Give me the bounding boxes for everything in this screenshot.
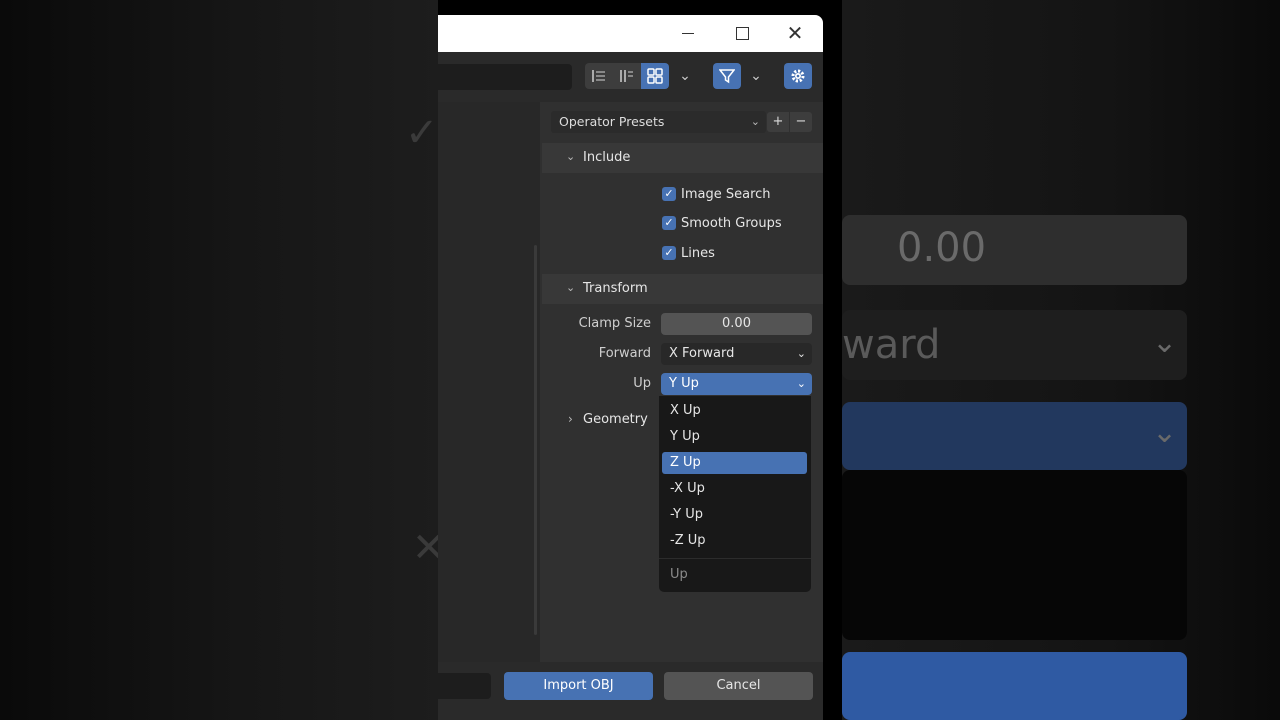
title-bar: ✕ [438,15,823,52]
dropdown-item-z-up[interactable]: Z Up [662,452,807,474]
up-select[interactable]: Y Up ⌄ [661,373,812,395]
check-icon: ✓ [662,216,676,230]
checkbox-smooth-groups[interactable]: ✓ Smooth Groups [662,214,782,232]
filter-icon[interactable] [713,63,741,89]
dropdown-item-neg-y-up[interactable]: -Y Up [662,504,807,526]
chevron-down-icon[interactable]: ⌄ [745,63,767,89]
forward-label: Forward [598,346,651,361]
maximize-button[interactable] [731,23,751,43]
ghost-number-field [842,215,1187,285]
scrollbar[interactable] [534,245,537,635]
ghost-chevron-icon: ⌄ [1152,325,1178,360]
list-vertical-icon[interactable] [585,63,613,89]
file-list-pane [438,102,540,662]
grid-icon[interactable] [641,63,669,89]
up-dropdown-menu: X Up Y Up Z Up -X Up -Y Up -Z Up Up [659,396,811,592]
chevron-right-icon[interactable]: › [568,412,573,426]
chevron-down-icon[interactable]: ⌄ [674,63,696,89]
checkbox-lines[interactable]: ✓ Lines [662,244,715,262]
chevron-down-icon: ⌄ [750,115,760,128]
dropdown-separator [659,558,811,559]
footer-bar: Import OBJ Cancel [438,662,823,720]
forward-select[interactable]: X Forward ⌄ [661,343,812,365]
chevron-down-icon: ⌄ [796,377,806,390]
dropdown-title: Up [670,567,688,582]
import-obj-button[interactable]: Import OBJ [504,672,653,700]
list-horizontal-icon[interactable] [613,63,641,89]
ghost-chevron-icon: ⌄ [1152,415,1178,450]
minimize-button[interactable] [678,23,698,43]
chevron-down-icon: ⌄ [796,347,806,360]
presets-label: Operator Presets [559,114,665,129]
gear-icon[interactable] [784,63,812,89]
filename-input[interactable] [438,673,491,699]
chevron-down-icon: ⌄ [566,150,576,163]
geometry-section-header[interactable]: Geometry [583,412,648,427]
clamp-size-label: Clamp Size [578,316,651,331]
close-button[interactable]: ✕ [785,23,805,43]
dropdown-item-neg-z-up[interactable]: -Z Up [662,530,807,552]
dropdown-item-y-up[interactable]: Y Up [662,426,807,448]
clamp-size-field[interactable]: 0.00 [661,313,812,335]
ghost-dropdown [842,470,1187,640]
ghost-forward-text: ward [842,322,941,368]
ghost-button [842,652,1187,720]
ghost-up-field [842,402,1187,470]
transform-section-header[interactable]: ⌄ Transform [542,274,823,304]
background-left: ✓ ✕ [0,0,446,720]
add-preset-button[interactable]: + [767,112,789,132]
import-obj-window: ✕ ⌄ ⌄ Operator Presets ⌄ + − ⌄ Include ✓ [438,15,823,720]
include-title: Include [583,150,631,165]
check-icon: ✓ [662,187,676,201]
toolbar: ⌄ ⌄ [438,52,823,102]
include-section-header[interactable]: ⌄ Include [542,143,823,173]
checkbox-image-search[interactable]: ✓ Image Search [662,185,771,203]
transform-title: Transform [583,281,648,296]
remove-preset-button[interactable]: − [790,112,812,132]
cancel-button[interactable]: Cancel [664,672,813,700]
up-label: Up [633,376,651,391]
check-icon: ✓ [662,246,676,260]
ghost-check-icon: ✓ [405,110,439,156]
dropdown-item-neg-x-up[interactable]: -X Up [662,478,807,500]
path-input[interactable] [438,64,572,90]
ghost-number-text: 0.00 [897,225,987,271]
background-right: 0.00 ward ⌄ ⌄ [842,0,1280,720]
chevron-down-icon: ⌄ [566,281,576,294]
dropdown-item-x-up[interactable]: X Up [662,400,807,422]
operator-presets-select[interactable]: Operator Presets ⌄ [551,111,766,133]
